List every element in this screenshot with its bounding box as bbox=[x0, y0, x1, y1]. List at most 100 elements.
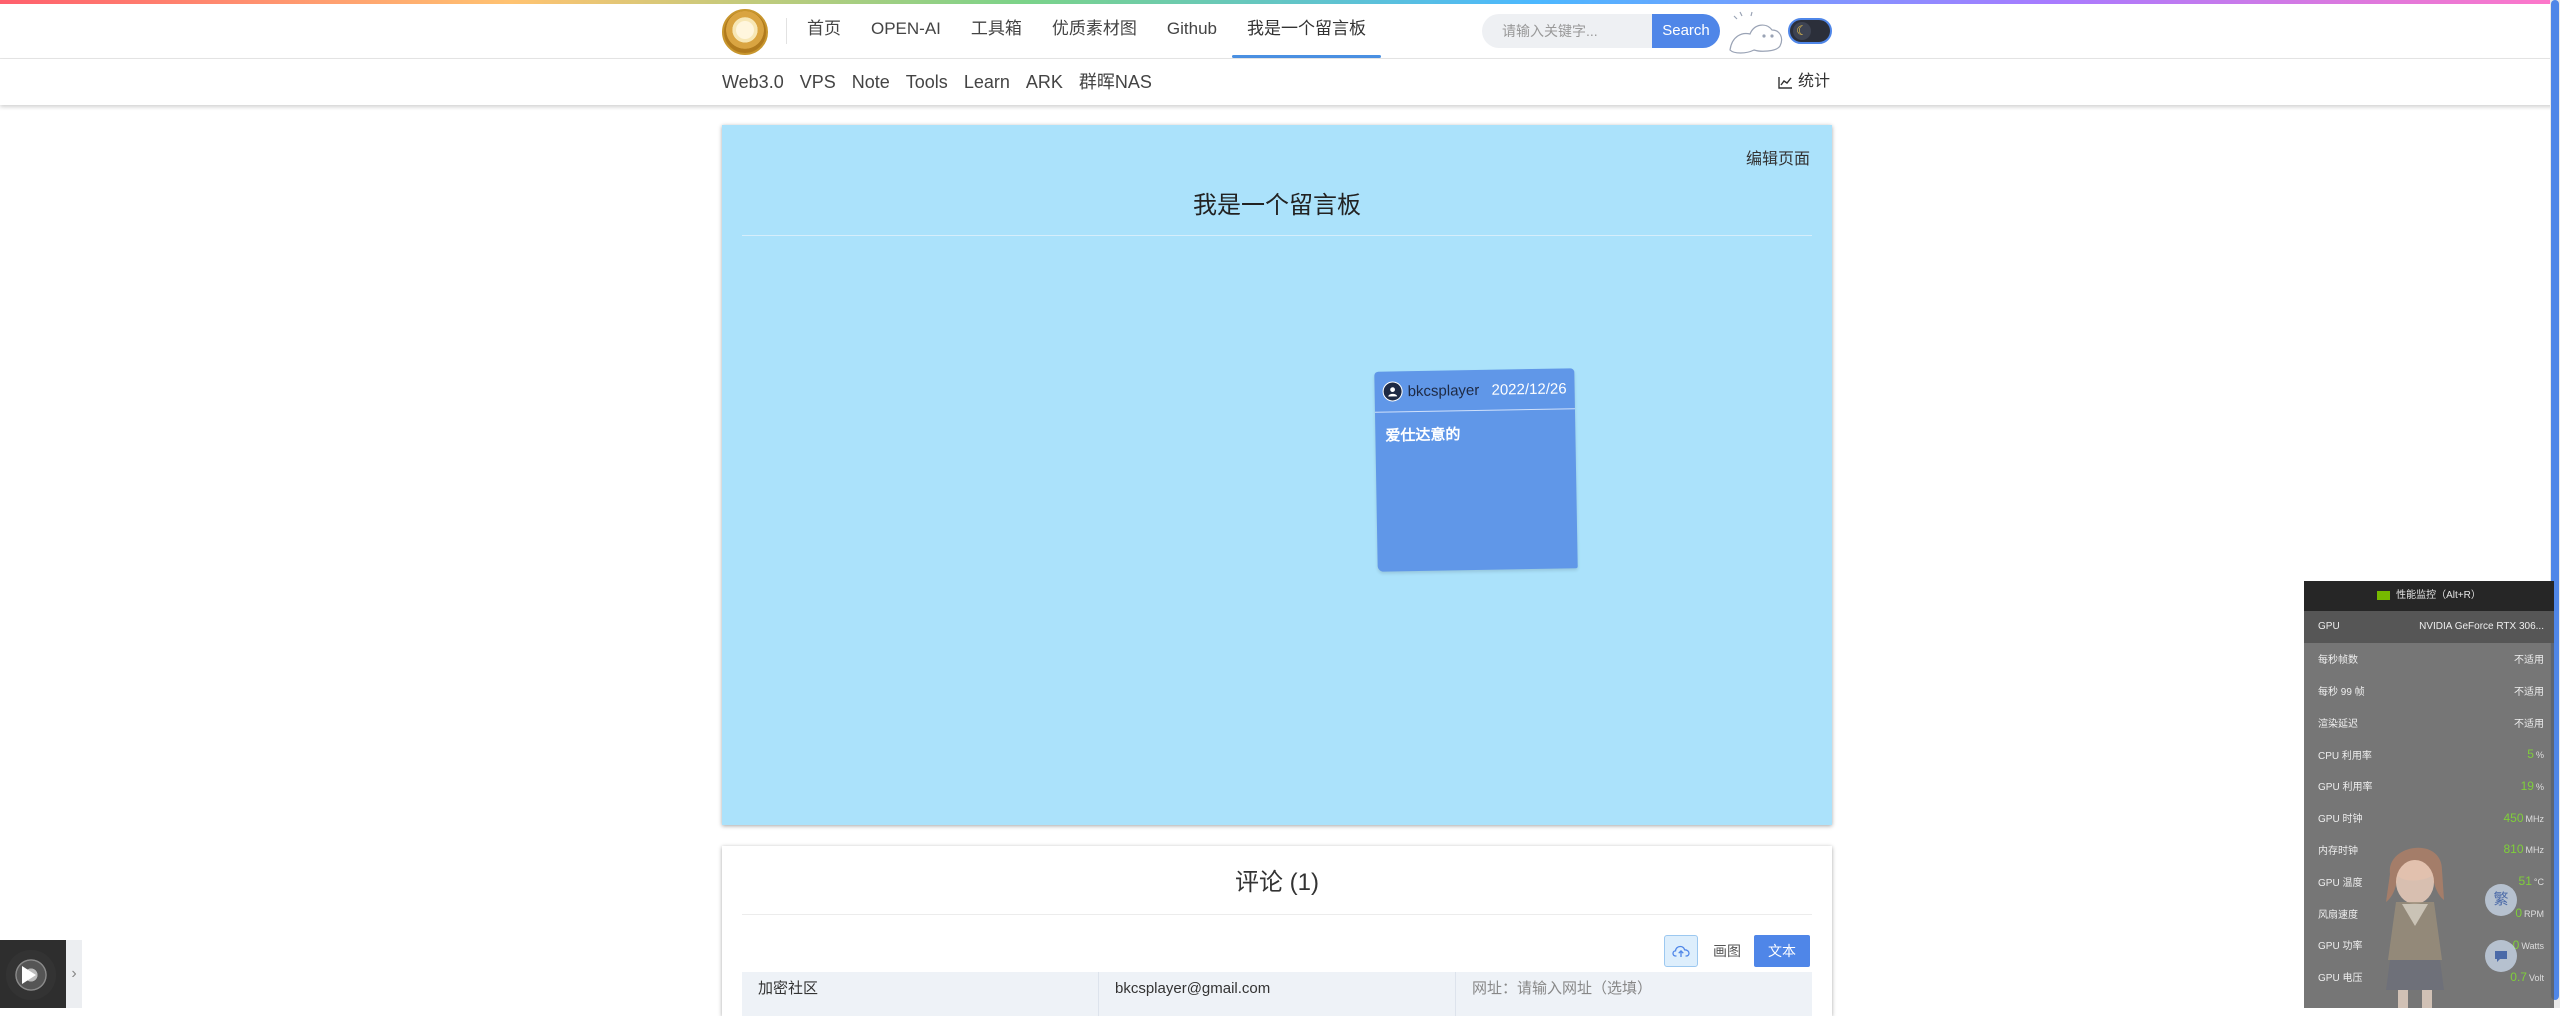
perf-label: GPU 利用率 bbox=[2318, 782, 2373, 794]
subnav-item-ark[interactable]: ARK bbox=[1026, 59, 1063, 105]
perf-label: CPU 利用率 bbox=[2318, 750, 2372, 762]
perf-unit: RPM bbox=[2524, 909, 2544, 920]
perf-number: 0 bbox=[2515, 906, 2522, 921]
perf-number: 不适用 bbox=[2514, 686, 2544, 698]
perf-label: 每秒帧数 bbox=[2318, 655, 2358, 667]
site-logo[interactable] bbox=[722, 9, 768, 55]
perf-row: GPU 时钟 450 MHz bbox=[2304, 802, 2554, 834]
search-button[interactable]: Search bbox=[1652, 14, 1720, 48]
perf-value: 19% bbox=[2521, 779, 2544, 793]
perf-number: 5 bbox=[2527, 747, 2534, 762]
perf-number: 0.7 bbox=[2510, 969, 2527, 984]
nav-item-message-board[interactable]: 我是一个留言板 bbox=[1232, 4, 1381, 58]
perf-value: 不适用 bbox=[2514, 683, 2544, 698]
perf-row: GPU 利用率 19% bbox=[2304, 770, 2554, 802]
edit-page-link[interactable]: 编辑页面 bbox=[1746, 145, 1810, 169]
perf-number: 不适用 bbox=[2514, 655, 2544, 667]
anime-mascot-icon bbox=[2386, 847, 2444, 1008]
line-chart-icon bbox=[1778, 76, 1792, 89]
perf-row-gpu: GPU NVIDIA GeForce RTX 306... bbox=[2304, 611, 2554, 643]
perf-number: 不适用 bbox=[2514, 718, 2544, 730]
perf-label: 渲染延迟 bbox=[2318, 718, 2358, 730]
perf-value: 0 RPM bbox=[2515, 906, 2544, 920]
perf-value: 不适用 bbox=[2514, 651, 2544, 666]
perf-value: 5% bbox=[2527, 747, 2544, 761]
perf-number: 450 bbox=[2503, 810, 2524, 825]
subnav-item-vps[interactable]: VPS bbox=[800, 59, 836, 105]
nav-item-home[interactable]: 首页 bbox=[792, 4, 856, 58]
perf-unit: % bbox=[2535, 750, 2544, 761]
nav-item-toolbox[interactable]: 工具箱 bbox=[956, 4, 1037, 58]
perf-value: 810 MHz bbox=[2503, 842, 2544, 856]
subnav-item-learn[interactable]: Learn bbox=[964, 59, 1010, 105]
gpu-model: NVIDIA GeForce RTX 306... bbox=[2419, 621, 2544, 633]
play-icon[interactable] bbox=[22, 966, 36, 984]
subnav-item-nas[interactable]: 群晖NAS bbox=[1079, 59, 1152, 105]
comments-section: 评论 (1) 画图 文本 加密社区 bkcsplayer@gmail.com 网… bbox=[722, 846, 1832, 1016]
perf-unit: Watts bbox=[2521, 940, 2544, 951]
nickname-field[interactable]: 加密社区 bbox=[742, 972, 1099, 1016]
sub-navbar: Web3.0 VPS Note Tools Learn ARK 群晖NAS 统计 bbox=[0, 59, 2560, 105]
perf-row: 每秒帧数 不适用 bbox=[2304, 643, 2554, 675]
player-expand-button[interactable]: › bbox=[66, 940, 82, 1008]
top-navbar: 首页 OPEN-AI 工具箱 优质素材图 Github 我是一个留言板 Sear… bbox=[0, 4, 2560, 59]
user-avatar-icon bbox=[1382, 381, 1403, 402]
traditional-chinese-toggle[interactable]: 繁 bbox=[2485, 884, 2517, 916]
comment-fields: 加密社区 bkcsplayer@gmail.com 网址：请输入网址（选填） bbox=[742, 972, 1812, 1016]
perf-unit: °C bbox=[2533, 877, 2544, 888]
perf-value: 不适用 bbox=[2514, 715, 2544, 730]
perf-unit: % bbox=[2535, 781, 2544, 792]
stats-label: 统计 bbox=[1798, 73, 1831, 90]
comments-divider bbox=[742, 914, 1812, 915]
stats-link[interactable]: 统计 bbox=[1778, 59, 1830, 105]
perf-label: GPU bbox=[2318, 621, 2340, 633]
logo-divider bbox=[786, 18, 787, 44]
perf-value: 0 Watts bbox=[2513, 938, 2544, 952]
doge-face-icon bbox=[736, 21, 754, 39]
nav-item-github[interactable]: Github bbox=[1152, 4, 1232, 58]
draw-mode-button[interactable]: 画图 bbox=[1704, 935, 1750, 967]
text-mode-button[interactable]: 文本 bbox=[1754, 935, 1810, 967]
theme-toggle[interactable]: ☾ bbox=[1788, 18, 1832, 44]
note-username: bkcsplayer bbox=[1407, 381, 1480, 400]
note-date: 2022/12/26 bbox=[1491, 379, 1567, 399]
subnav-item-web3[interactable]: Web3.0 bbox=[722, 59, 784, 105]
overlay-title-bar: 性能监控（Alt+R） bbox=[2304, 581, 2554, 611]
perf-label: GPU 时钟 bbox=[2318, 814, 2363, 826]
main-nav: 首页 OPEN-AI 工具箱 优质素材图 Github 我是一个留言板 bbox=[792, 4, 1381, 58]
cloud-upload-button[interactable] bbox=[1664, 935, 1698, 967]
nav-item-open-ai[interactable]: OPEN-AI bbox=[856, 4, 956, 58]
message-board: 编辑页面 我是一个留言板 bkcsplayer 2022/12/26 爱仕达意的 bbox=[722, 125, 1832, 825]
email-field[interactable]: bkcsplayer@gmail.com bbox=[1099, 972, 1456, 1016]
nav-item-materials[interactable]: 优质素材图 bbox=[1037, 4, 1152, 58]
perf-value: 51 °C bbox=[2519, 874, 2544, 888]
perf-label: 每秒 99 帧 bbox=[2318, 686, 2365, 698]
moon-icon: ☾ bbox=[1793, 22, 1811, 40]
note-header: bkcsplayer 2022/12/26 bbox=[1374, 368, 1575, 413]
perf-row: CPU 利用率 5% bbox=[2304, 738, 2554, 770]
note-text: 爱仕达意的 bbox=[1385, 426, 1461, 445]
music-player[interactable] bbox=[0, 940, 66, 1008]
comments-title: 评论 (1) bbox=[1235, 869, 1319, 896]
nvidia-logo-icon bbox=[2377, 590, 2391, 600]
perf-row: 每秒 99 帧 不适用 bbox=[2304, 675, 2554, 707]
perf-number: 19 bbox=[2520, 778, 2534, 793]
search-input[interactable] bbox=[1482, 14, 1657, 48]
sticky-note[interactable]: bkcsplayer 2022/12/26 爱仕达意的 bbox=[1374, 368, 1578, 572]
title-divider bbox=[742, 235, 1812, 236]
overlay-title: 性能监控（Alt+R） bbox=[2396, 590, 2481, 601]
subnav-item-tools[interactable]: Tools bbox=[906, 59, 948, 105]
perf-number: 810 bbox=[2503, 842, 2524, 857]
chat-icon bbox=[2495, 951, 2507, 962]
website-field[interactable]: 网址：请输入网址（选填） bbox=[1456, 972, 1812, 1016]
perf-value: 450 MHz bbox=[2503, 811, 2544, 825]
chat-bubble-button[interactable] bbox=[2485, 940, 2517, 972]
perf-unit: Volt bbox=[2528, 972, 2544, 983]
subnav-item-note[interactable]: Note bbox=[852, 59, 890, 105]
category-nav: Web3.0 VPS Note Tools Learn ARK 群晖NAS bbox=[722, 59, 1168, 105]
perf-unit: MHz bbox=[2525, 813, 2545, 824]
perf-unit: MHz bbox=[2525, 845, 2545, 856]
perf-row: 渲染延迟 不适用 bbox=[2304, 706, 2554, 738]
search-box: Search bbox=[1482, 14, 1720, 48]
cloud-upload-icon bbox=[1672, 945, 1690, 957]
